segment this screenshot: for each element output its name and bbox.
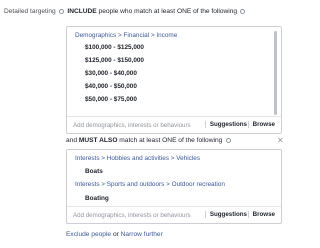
targeting-item: Boats [85,168,103,175]
add-targeting-input-row[interactable]: Add demographics, interests or behaviour… [67,206,281,223]
narrow-further-link[interactable]: Narrow further [121,231,163,238]
narrow-prefix: and [66,137,78,144]
detailed-targeting-label: Detailed targeting [4,8,56,15]
include-targeting-box: Demographics > Financial > Income $100,0… [66,26,282,134]
category-path: Interests > Hobbies and activities > Veh… [75,155,201,162]
info-icon[interactable] [226,137,232,143]
exclude-people-link[interactable]: Exclude people [66,231,111,238]
narrow-description: match at least ONE of the following [119,137,223,144]
narrow-targeting-box: Interests > Hobbies and activities > Veh… [66,149,282,224]
or-text: or [112,231,119,238]
browse-button[interactable]: Browse [247,121,275,128]
browse-button[interactable]: Browse [247,211,275,218]
suggestions-button[interactable]: Suggestions [204,211,247,218]
targeting-search-input[interactable]: Add demographics, interests or behaviour… [73,122,191,129]
include-heading: INCLUDE people who match at least ONE of… [67,8,239,15]
targeting-search-input[interactable]: Add demographics, interests or behaviour… [73,212,191,219]
targeting-item: $50,000 - $75,000 [85,96,137,103]
category-path: Demographics > Financial > Income [75,32,178,39]
add-targeting-input-row[interactable]: Add demographics, interests or behaviour… [67,116,281,133]
targeting-item: $40,000 - $50,000 [85,83,137,90]
scrollbar[interactable] [274,31,277,115]
suggestions-button[interactable]: Suggestions [204,121,247,128]
category-path: Interests > Sports and outdoors > Outdoo… [75,181,225,188]
footer-links: Exclude people or Narrow further [66,231,163,238]
targeting-item: Boating [85,195,109,202]
targeting-item: $100,000 - $125,000 [85,44,144,51]
info-icon[interactable] [58,8,64,14]
detailed-targeting-row: Detailed targeting INCLUDE people who ma… [4,8,247,15]
include-keyword: INCLUDE [67,8,97,15]
narrow-heading: and MUST ALSO match at least ONE of the … [66,137,232,144]
info-icon[interactable] [239,8,245,14]
close-icon[interactable]: ✕ [277,136,284,145]
include-description: people who match at least ONE of the fol… [98,8,238,15]
must-also-keyword: MUST ALSO [78,137,118,144]
targeting-item: $125,000 - $150,000 [85,57,144,64]
targeting-item: $30,000 - $40,000 [85,70,137,77]
